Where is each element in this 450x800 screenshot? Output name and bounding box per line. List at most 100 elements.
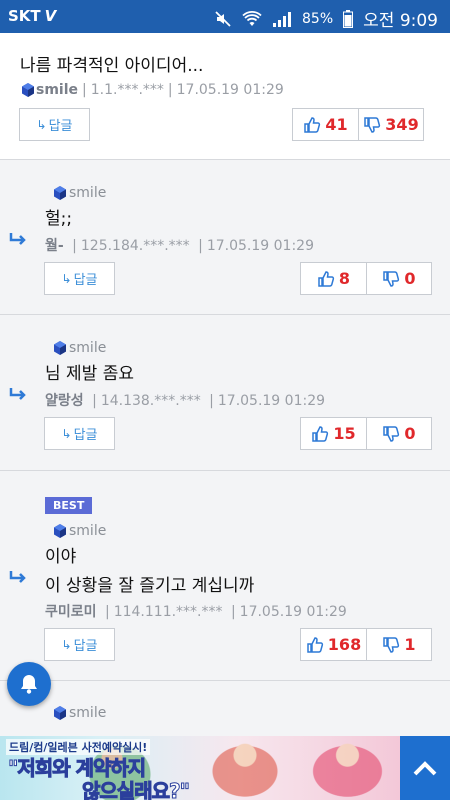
member-cube-icon: [22, 83, 34, 97]
battery-icon: [343, 9, 354, 28]
reply-label: 답글: [73, 428, 98, 443]
dislike-count: 0: [404, 424, 416, 443]
reply-comment-item: smile: [0, 681, 450, 736]
notification-bell-button[interactable]: [7, 662, 51, 706]
reply-arrow-icon: ↳: [36, 117, 47, 132]
thumbs-up-icon: [307, 636, 323, 653]
comment-date: 17.05.19 01:29: [206, 238, 314, 254]
member-cube-icon: [54, 341, 66, 355]
comment-date: 17.05.19 01:29: [217, 393, 326, 409]
meta-separator: |: [230, 604, 236, 620]
meta-separator: |: [82, 82, 87, 98]
reply-comment-item: smile 헐;; 월- | 125.184.***.*** | 17.05.19 …: [0, 160, 450, 315]
wifi-icon: [242, 10, 262, 26]
ad-banner[interactable]: 드림/컴/일레븐 사전예약실시! "저희와 계약하지 않으실래요?": [0, 736, 400, 800]
dislike-button[interactable]: 1: [366, 629, 431, 660]
comment-author[interactable]: 얄랑성: [45, 393, 84, 409]
carrier-label: SKT V: [8, 7, 56, 25]
like-button[interactable]: 41: [293, 109, 358, 140]
ad-slogan: 않으실래요?": [81, 779, 190, 800]
thumbs-up-icon: [312, 425, 329, 442]
meta-separator: |: [104, 604, 110, 620]
like-count: 8: [338, 269, 351, 288]
meta-separator: |: [198, 238, 203, 254]
like-count: 41: [325, 115, 348, 134]
reply-button[interactable]: ↳ 답글: [44, 262, 115, 295]
comment-ip: 114.111.***.***: [113, 604, 223, 620]
commenter-nick-row: smile: [52, 523, 106, 539]
reply-button[interactable]: ↳ 답글: [44, 628, 115, 661]
reply-label: 답글: [73, 639, 98, 654]
comment-item: 나름 파격적인 아이디어... smile | 1.1.***.*** | 17…: [0, 33, 450, 160]
thumbs-down-icon: [383, 636, 400, 653]
status-icons: 85% 오전 9:09: [214, 6, 438, 31]
clock: 오전 9:09: [363, 11, 438, 31]
comment-text: 나름 파격적인 아이디어...: [20, 56, 204, 76]
comment-meta: 쿠미로미 | 114.111.***.*** | 17.05.19 01:29: [45, 601, 347, 621]
meta-separator: |: [209, 393, 214, 409]
comment-meta: 월- | 125.184.***.*** | 17.05.19 01:29: [45, 235, 314, 255]
vote-group: 168 1: [300, 628, 432, 661]
member-cube-icon: [54, 706, 66, 720]
comment-text: 이야 이 상황을 잘 즐기고 계십니까: [45, 545, 254, 598]
commenter-nick[interactable]: smile: [69, 705, 106, 721]
thumbs-up-icon: [304, 116, 321, 133]
comment-author[interactable]: smile: [36, 82, 78, 98]
comment-ip: 125.184.***.***: [80, 238, 190, 254]
scroll-top-button[interactable]: [400, 736, 450, 800]
like-button[interactable]: 15: [301, 418, 366, 449]
like-button[interactable]: 168: [301, 629, 366, 660]
mute-icon: [215, 10, 231, 27]
commenter-nick-row: smile: [52, 340, 106, 356]
like-button[interactable]: 8: [301, 263, 366, 294]
like-count: 15: [333, 424, 356, 443]
member-cube-icon: [54, 524, 66, 538]
comment-ip: 1.1.***.***: [90, 82, 164, 98]
reply-comment-item: smile 님 제발 좀요 얄랑성 | 14.138.***.*** | 17.05…: [0, 315, 450, 471]
comment-meta: smile | 1.1.***.*** | 17.05.19 01:29: [20, 82, 284, 98]
comment-text-line: 이 상황을 잘 즐기고 계십니까: [45, 576, 255, 596]
reply-comment-item: BEST smile 이야 이 상황을 잘 즐기고 계십니까 쿠미로미 | 114…: [0, 471, 450, 681]
like-count: 168: [327, 635, 362, 654]
vote-group: 41 349: [292, 108, 424, 141]
thumbs-down-icon: [364, 116, 381, 133]
chevron-up-icon: [413, 761, 437, 776]
dislike-button[interactable]: 349: [358, 109, 423, 140]
comment-ip: 14.138.***.***: [100, 393, 201, 409]
commenter-nick[interactable]: smile: [69, 185, 106, 201]
meta-separator: |: [92, 393, 97, 409]
reply-button[interactable]: ↳ 답글: [44, 417, 115, 450]
commenter-nick[interactable]: smile: [69, 340, 106, 356]
commenter-nick-row: smile: [52, 705, 106, 721]
comment-meta: 얄랑성 | 14.138.***.*** | 17.05.19 01:29: [45, 390, 325, 410]
commenter-nick-row: smile: [52, 185, 106, 201]
reply-indent-icon: [9, 388, 26, 400]
comment-author[interactable]: 쿠미로미: [45, 604, 97, 620]
vote-group: 15 0: [300, 417, 432, 450]
dislike-button[interactable]: 0: [366, 418, 431, 449]
reply-indent-icon: [9, 233, 26, 245]
thumbs-up-icon: [318, 270, 335, 287]
comment-date: 17.05.19 01:29: [176, 82, 284, 98]
dislike-count: 349: [385, 115, 419, 134]
carrier-logo-icon: V: [44, 7, 57, 25]
vote-group: 8 0: [300, 262, 432, 295]
reply-arrow-icon: ↳: [61, 637, 72, 652]
status-bar: SKT V 85% 오전 9:09: [0, 0, 450, 33]
dislike-count: 0: [404, 269, 416, 288]
ad-character-illustration: [300, 736, 395, 800]
dislike-button[interactable]: 0: [366, 263, 431, 294]
thumbs-down-icon: [383, 425, 400, 442]
comment-text: 님 제발 좀요: [45, 364, 135, 384]
commenter-nick[interactable]: smile: [69, 523, 106, 539]
comment-author[interactable]: 월-: [45, 238, 64, 254]
signal-icon: [273, 11, 292, 27]
meta-separator: |: [167, 82, 173, 98]
reply-arrow-icon: ↳: [61, 426, 72, 441]
bell-icon: [21, 675, 37, 694]
reply-label: 답글: [48, 119, 73, 134]
comment-text-line: 이야: [45, 547, 77, 567]
reply-button[interactable]: ↳ 답글: [19, 108, 90, 141]
meta-separator: |: [72, 238, 77, 254]
member-cube-icon: [54, 186, 66, 200]
